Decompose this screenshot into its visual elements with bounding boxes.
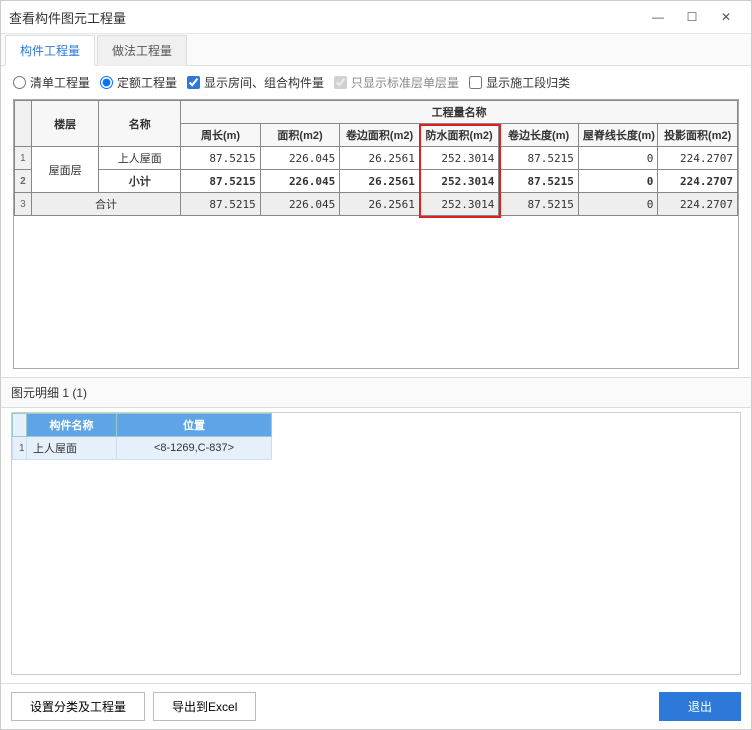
header-metric-4: 卷边长度(m): [499, 124, 579, 147]
list-item[interactable]: 1上人屋面<8-1269,C-837>: [13, 437, 272, 460]
chk-section-label: 显示施工段归类: [486, 74, 570, 91]
detail-header-pos: 位置: [117, 414, 272, 437]
radio-quota-qty-label: 定额工程量: [117, 74, 177, 91]
chk-only-single: 只显示标准层单层量: [334, 74, 459, 91]
value-cell: 26.2561: [340, 147, 420, 170]
exit-button[interactable]: 退出: [659, 692, 741, 721]
value-cell: 0: [578, 170, 658, 193]
chk-only-single-input: [334, 76, 347, 89]
floor-cell: 屋面层: [31, 147, 98, 193]
value-cell: 0: [578, 193, 658, 216]
total-label: 合计: [31, 193, 180, 216]
value-cell: 252.3014: [419, 193, 499, 216]
table-row: 2小计87.5215226.04526.2561252.301487.52150…: [15, 170, 738, 193]
category-button[interactable]: 设置分类及工程量: [11, 692, 145, 721]
chk-show-room-input[interactable]: [187, 76, 200, 89]
chk-only-single-label: 只显示标准层单层量: [351, 74, 459, 91]
detail-header-rownum: [13, 414, 27, 437]
value-cell: 224.2707: [658, 193, 738, 216]
close-icon[interactable]: ✕: [709, 7, 743, 27]
value-cell: 26.2561: [340, 170, 420, 193]
minimize-icon[interactable]: —: [641, 7, 675, 27]
value-cell: 87.5215: [181, 193, 261, 216]
table-row: 1屋面层上人屋面87.5215226.04526.2561252.301487.…: [15, 147, 738, 170]
tab-bar: 构件工程量 做法工程量: [1, 34, 751, 66]
detail-pos: <8-1269,C-837>: [117, 437, 272, 460]
value-cell: 224.2707: [658, 147, 738, 170]
header-metric-6: 投影面积(m2): [658, 124, 738, 147]
radio-list-qty[interactable]: 清单工程量: [13, 74, 90, 91]
value-cell: 252.3014: [419, 170, 499, 193]
value-cell: 87.5215: [181, 147, 261, 170]
chk-show-room[interactable]: 显示房间、组合构件量: [187, 74, 324, 91]
maximize-icon[interactable]: ☐: [675, 7, 709, 27]
header-metric-2: 卷边面积(m2): [340, 124, 420, 147]
rownum-cell: 1: [15, 147, 32, 170]
radio-list-qty-label: 清单工程量: [30, 74, 90, 91]
value-cell: 252.3014: [419, 147, 499, 170]
value-cell: 226.045: [260, 170, 340, 193]
value-cell: 226.045: [260, 193, 340, 216]
value-cell: 87.5215: [499, 193, 579, 216]
chk-section[interactable]: 显示施工段归类: [469, 74, 570, 91]
rownum-cell: 2: [15, 170, 32, 193]
chk-section-input[interactable]: [469, 76, 482, 89]
name-cell: 上人屋面: [99, 147, 181, 170]
value-cell: 26.2561: [340, 193, 420, 216]
detail-title: 图元明细 1 (1): [1, 377, 751, 408]
header-rownum: [15, 101, 32, 147]
value-cell: 87.5215: [499, 170, 579, 193]
radio-quota-qty[interactable]: 定额工程量: [100, 74, 177, 91]
header-name: 名称: [99, 101, 181, 147]
radio-list-qty-input[interactable]: [13, 76, 26, 89]
quantity-grid: 楼层 名称 工程量名称 周长(m)面积(m2)卷边面积(m2)防水面积(m2)卷…: [13, 99, 739, 369]
window-title: 查看构件图元工程量: [9, 8, 641, 27]
detail-header-name: 构件名称: [27, 414, 117, 437]
table-row: 3合计87.5215226.04526.2561252.301487.52150…: [15, 193, 738, 216]
header-metric-5: 屋脊线长度(m): [578, 124, 658, 147]
value-cell: 0: [578, 147, 658, 170]
header-metric-1: 面积(m2): [260, 124, 340, 147]
detail-grid: 构件名称 位置 1上人屋面<8-1269,C-837>: [11, 412, 741, 675]
value-cell: 87.5215: [499, 147, 579, 170]
rownum-cell: 3: [15, 193, 32, 216]
tab-method-qty[interactable]: 做法工程量: [97, 35, 187, 66]
detail-rownum: 1: [13, 437, 27, 460]
value-cell: 224.2707: [658, 170, 738, 193]
value-cell: 226.045: [260, 147, 340, 170]
value-cell: 87.5215: [181, 170, 261, 193]
header-metric-3: 防水面积(m2): [419, 124, 499, 147]
header-group: 工程量名称: [181, 101, 738, 124]
header-floor: 楼层: [31, 101, 98, 147]
tab-component-qty[interactable]: 构件工程量: [5, 35, 95, 66]
chk-show-room-label: 显示房间、组合构件量: [204, 74, 324, 91]
header-metric-0: 周长(m): [181, 124, 261, 147]
name-cell: 小计: [99, 170, 181, 193]
export-button[interactable]: 导出到Excel: [153, 692, 256, 721]
detail-name: 上人屋面: [27, 437, 117, 460]
radio-quota-qty-input[interactable]: [100, 76, 113, 89]
